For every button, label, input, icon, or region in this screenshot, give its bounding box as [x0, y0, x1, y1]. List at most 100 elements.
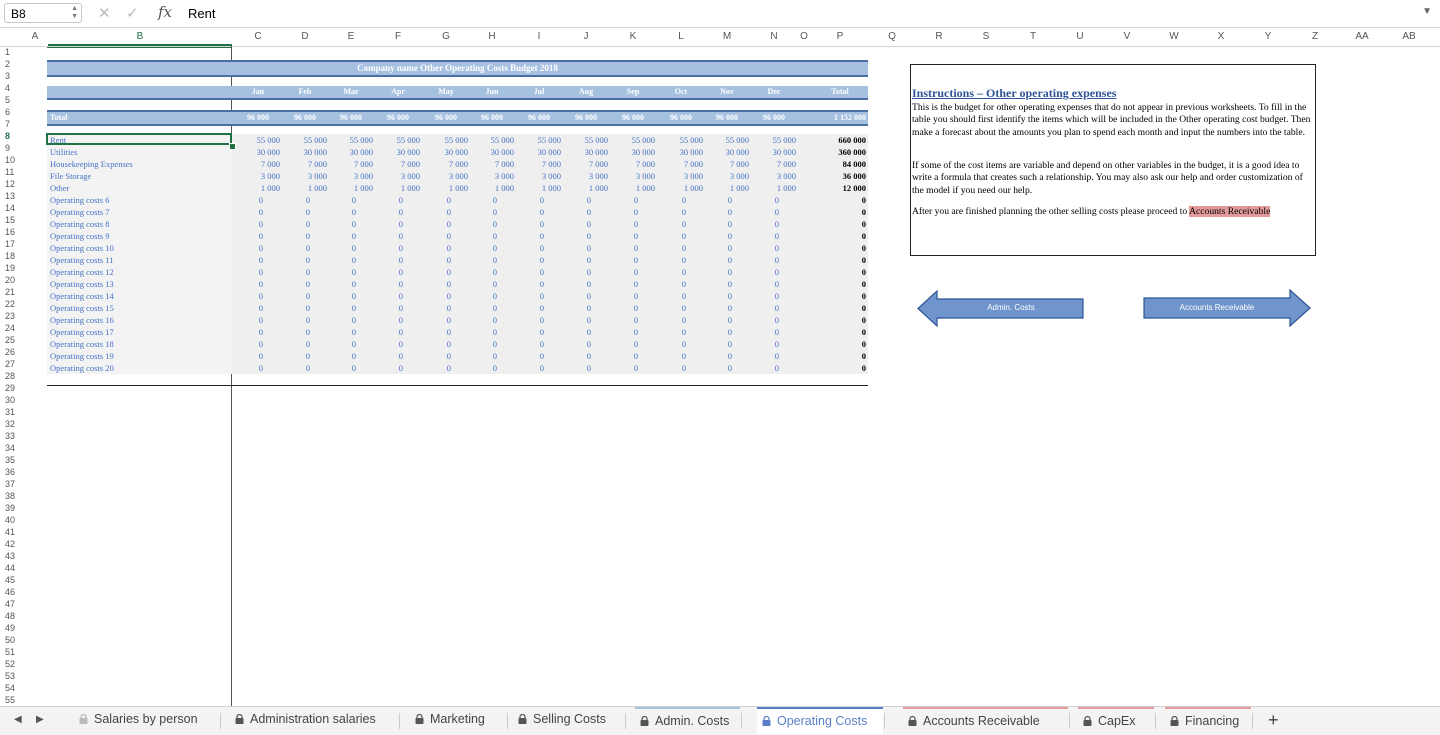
line-item-value[interactable]: 0: [500, 206, 544, 218]
line-item-value[interactable]: 0: [312, 290, 356, 302]
forward-button[interactable]: Accounts Receivable: [1143, 289, 1311, 327]
line-item-label[interactable]: Utilities: [50, 146, 230, 158]
line-item-value[interactable]: 0: [500, 326, 544, 338]
sheet-tab-operating-costs[interactable]: Operating Costs: [757, 707, 883, 734]
expand-formula-icon[interactable]: ▼: [1422, 6, 1432, 17]
line-item-value[interactable]: 7 000: [611, 158, 655, 170]
line-item-total[interactable]: 84 000: [806, 158, 866, 170]
line-item-value[interactable]: 0: [642, 278, 686, 290]
line-item-value[interactable]: 30 000: [705, 146, 749, 158]
sheet-tab-marketing[interactable]: Marketing: [410, 707, 506, 734]
line-item-value[interactable]: 0: [266, 254, 310, 266]
row-header-29[interactable]: 29: [0, 382, 22, 394]
line-item-value[interactable]: 30 000: [611, 146, 655, 158]
line-item-label[interactable]: Operating costs 7: [50, 206, 230, 218]
line-item-value[interactable]: 7 000: [283, 158, 327, 170]
line-item-value[interactable]: 0: [547, 338, 591, 350]
line-item-value[interactable]: 0: [407, 350, 451, 362]
line-item-label[interactable]: Operating costs 19: [50, 350, 230, 362]
line-item-value[interactable]: 0: [688, 290, 732, 302]
column-header-m[interactable]: M: [705, 28, 749, 46]
sheet-tab-selling-costs[interactable]: Selling Costs: [513, 707, 624, 734]
line-item-total[interactable]: 0: [806, 314, 866, 326]
line-item-value[interactable]: 0: [266, 350, 310, 362]
total-value-nov[interactable]: 96 000: [705, 112, 749, 124]
line-item-value[interactable]: 0: [219, 362, 263, 374]
row-header-50[interactable]: 50: [0, 634, 22, 646]
line-item-value[interactable]: 0: [407, 230, 451, 242]
line-item-value[interactable]: 0: [266, 266, 310, 278]
line-item-value[interactable]: 0: [594, 362, 638, 374]
row-header-11[interactable]: 11: [0, 166, 22, 178]
prev-sheet-icon[interactable]: ◀: [14, 714, 22, 725]
line-item-value[interactable]: 0: [219, 266, 263, 278]
line-item-value[interactable]: 0: [642, 230, 686, 242]
line-item-value[interactable]: 0: [735, 350, 779, 362]
line-item-value[interactable]: 0: [688, 338, 732, 350]
line-item-value[interactable]: 30 000: [376, 146, 420, 158]
line-item-label[interactable]: Operating costs 9: [50, 230, 230, 242]
line-item-value[interactable]: 0: [359, 194, 403, 206]
row-header-40[interactable]: 40: [0, 514, 22, 526]
line-item-value[interactable]: 3 000: [705, 170, 749, 182]
line-item-value[interactable]: 7 000: [236, 158, 280, 170]
total-row[interactable]: Total 96 000 96 000 96 000 96 000 96 000 96 0…: [47, 110, 868, 126]
column-header-p[interactable]: P: [818, 28, 862, 46]
row-header-45[interactable]: 45: [0, 574, 22, 586]
line-item-value[interactable]: 0: [594, 242, 638, 254]
column-header-i[interactable]: I: [517, 28, 561, 46]
row-header-5[interactable]: 5: [0, 94, 22, 106]
total-value-dec[interactable]: 96 000: [752, 112, 796, 124]
row-header-21[interactable]: 21: [0, 286, 22, 298]
column-header-l[interactable]: L: [659, 28, 703, 46]
line-item-value[interactable]: 0: [688, 314, 732, 326]
column-header-t[interactable]: T: [1011, 28, 1055, 46]
grand-total-value[interactable]: 1 152 000: [806, 112, 866, 124]
line-item-value[interactable]: 0: [688, 326, 732, 338]
line-item-value[interactable]: 0: [735, 230, 779, 242]
line-item-value[interactable]: 0: [594, 266, 638, 278]
line-item-value[interactable]: 0: [266, 242, 310, 254]
line-item-value[interactable]: 0: [407, 254, 451, 266]
line-item-value[interactable]: 0: [642, 290, 686, 302]
line-item-value[interactable]: 0: [266, 290, 310, 302]
line-item-value[interactable]: 0: [312, 326, 356, 338]
line-item-value[interactable]: 0: [219, 230, 263, 242]
row-header-43[interactable]: 43: [0, 550, 22, 562]
line-item-value[interactable]: 0: [642, 266, 686, 278]
line-item-value[interactable]: 0: [500, 194, 544, 206]
next-sheet-icon[interactable]: ▶: [36, 714, 44, 725]
line-item-value[interactable]: 0: [642, 350, 686, 362]
row-header-4[interactable]: 4: [0, 82, 22, 94]
column-header-g[interactable]: G: [424, 28, 468, 46]
line-item-value[interactable]: 0: [688, 362, 732, 374]
line-item-label[interactable]: Operating costs 8: [50, 218, 230, 230]
line-item-value[interactable]: 0: [547, 290, 591, 302]
line-item-value[interactable]: 3 000: [752, 170, 796, 182]
line-item-value[interactable]: 0: [266, 218, 310, 230]
line-item-value[interactable]: 55 000: [376, 134, 420, 146]
line-item-value[interactable]: 0: [547, 254, 591, 266]
total-value-mar[interactable]: 96 000: [329, 112, 373, 124]
column-header-j[interactable]: J: [564, 28, 608, 46]
line-item-value[interactable]: 1 000: [236, 182, 280, 194]
line-item-value[interactable]: 0: [407, 290, 451, 302]
line-item-value[interactable]: 0: [219, 326, 263, 338]
confirm-icon[interactable]: ✓: [126, 4, 139, 22]
line-item-value[interactable]: 7 000: [470, 158, 514, 170]
line-item-value[interactable]: 3 000: [470, 170, 514, 182]
line-item-value[interactable]: 1 000: [517, 182, 561, 194]
line-item-value[interactable]: 0: [594, 254, 638, 266]
line-item-total[interactable]: 0: [806, 338, 866, 350]
line-item-total[interactable]: 36 000: [806, 170, 866, 182]
line-item-value[interactable]: 0: [266, 326, 310, 338]
line-item-value[interactable]: 0: [688, 218, 732, 230]
line-item-value[interactable]: 0: [500, 278, 544, 290]
row-header-2[interactable]: 2: [0, 58, 22, 70]
line-item-value[interactable]: 55 000: [517, 134, 561, 146]
line-item-value[interactable]: 30 000: [424, 146, 468, 158]
line-item-value[interactable]: 0: [407, 326, 451, 338]
total-value-jun[interactable]: 96 000: [470, 112, 514, 124]
line-item-value[interactable]: 0: [688, 206, 732, 218]
row-header-49[interactable]: 49: [0, 622, 22, 634]
